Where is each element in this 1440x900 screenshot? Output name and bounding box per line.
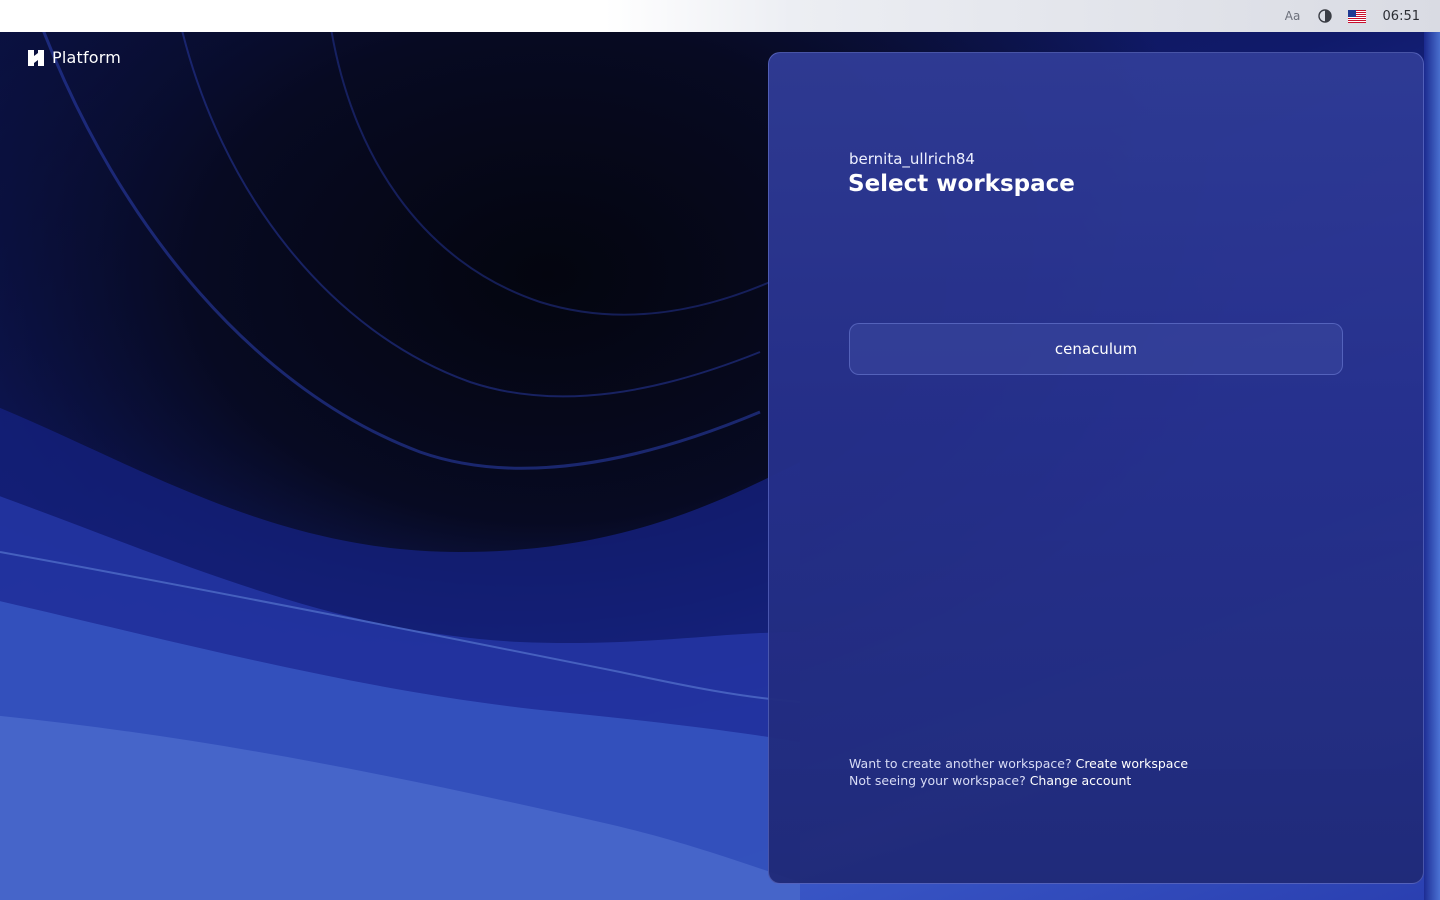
platform-logo-icon bbox=[28, 49, 44, 66]
clock: 06:51 bbox=[1383, 0, 1420, 32]
workspace-panel: bernita_ullrich84 Select workspace cenac… bbox=[768, 52, 1424, 884]
change-account-prompt: Not seeing your workspace? bbox=[849, 773, 1026, 788]
clock-time: 06:51 bbox=[1382, 8, 1420, 24]
font-size-label: Aa bbox=[1284, 9, 1301, 23]
workspace-name: cenaculum bbox=[1054, 340, 1138, 358]
font-size-button[interactable]: Aa bbox=[1277, 0, 1309, 32]
create-workspace-prompt: Want to create another workspace? bbox=[849, 756, 1072, 771]
brand-name: Platform bbox=[52, 48, 122, 67]
brand: Platform bbox=[28, 48, 121, 67]
us-flag-icon bbox=[1347, 9, 1366, 23]
footer-links: Want to create another workspace? Create… bbox=[849, 755, 1188, 789]
change-account-row: Not seeing your workspace? Change accoun… bbox=[849, 772, 1188, 789]
change-account-link[interactable]: Change account bbox=[1030, 773, 1132, 788]
create-workspace-row: Want to create another workspace? Create… bbox=[849, 755, 1188, 772]
page-title: Select workspace bbox=[848, 171, 1075, 197]
theme-toggle-button[interactable] bbox=[1309, 0, 1341, 32]
contrast-icon bbox=[1317, 9, 1332, 23]
language-button[interactable] bbox=[1341, 0, 1373, 32]
workspace-button-cenaculum[interactable]: cenaculum bbox=[849, 323, 1343, 375]
account-username: bernita_ullrich84 bbox=[849, 150, 975, 168]
create-workspace-link[interactable]: Create workspace bbox=[1076, 756, 1188, 771]
system-top-bar: Aa 06:51 bbox=[0, 0, 1440, 32]
